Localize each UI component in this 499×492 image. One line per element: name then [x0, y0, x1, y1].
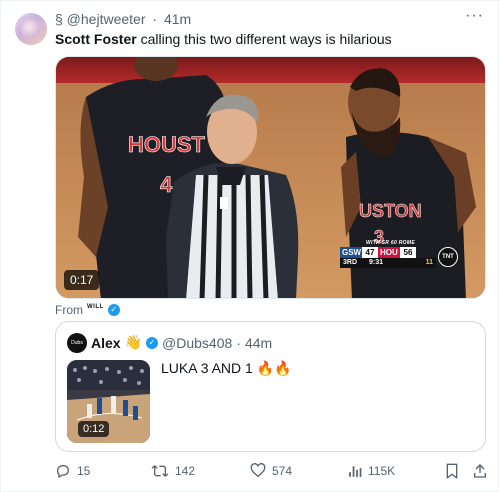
share-icon	[474, 464, 486, 478]
quoted-verified-badge-icon: ✓	[146, 336, 159, 349]
quoted-tweet[interactable]: Dubs Alex 👋 ✓ @Dubs408 · 44m 0:12 LUKA 3…	[55, 321, 486, 452]
quoted-time[interactable]: 44m	[245, 335, 272, 351]
reply-count: 15	[77, 464, 91, 478]
reply-button[interactable]: 15	[55, 461, 90, 481]
quoted-text: LUKA 3 AND 1 🔥🔥	[161, 360, 292, 376]
quoted-video-thumbnail[interactable]: 0:12	[67, 360, 150, 443]
tweet-header: § @hejtweeter · 41m	[55, 11, 191, 27]
tweet-text-mention: Scott Foster	[55, 31, 137, 47]
quoted-handle[interactable]: @Dubs408	[162, 335, 232, 351]
from-label: From	[55, 303, 83, 317]
jersey-left-text: HOUST	[128, 132, 206, 157]
home-team: HOU	[378, 247, 400, 258]
game-period: 3RD	[343, 259, 358, 266]
tweet-time[interactable]: 41m	[164, 11, 191, 27]
video-player[interactable]: HOUST 4 USTON 3 WITH SR 60 ROME GSW 47 H…	[55, 56, 486, 299]
reply-icon	[56, 465, 69, 479]
like-button[interactable]: 574	[250, 461, 292, 481]
heart-icon	[250, 463, 266, 478]
quoted-name[interactable]: Alex	[91, 335, 121, 351]
action-bar: 15 142 574 115K	[55, 461, 490, 481]
tweet-card: § @hejtweeter · 41m ··· Scott Foster cal…	[0, 0, 499, 492]
jersey-right-text: USTON	[359, 201, 422, 221]
bookmark-icon	[446, 463, 458, 479]
view-count: 115K	[368, 464, 396, 478]
repost-button[interactable]: 142	[151, 461, 195, 481]
shot-clock: 11	[425, 259, 433, 266]
bookmark-button[interactable]	[445, 461, 459, 481]
scoreboard-scores: GSW 47 HOU 56	[340, 247, 416, 258]
away-score: 47	[362, 247, 378, 258]
scoreboard-header: WITH SR 60 ROME	[366, 240, 415, 246]
share-button[interactable]	[472, 461, 488, 481]
quoted-video-duration: 0:12	[78, 421, 110, 437]
quoted-avatar[interactable]: Dubs	[67, 333, 87, 353]
views-button[interactable]: 115K	[348, 461, 395, 481]
tweet-text: Scott Foster calling this two different …	[55, 31, 392, 47]
more-options-icon[interactable]: ···	[465, 7, 484, 25]
wave-emoji: 👋	[124, 334, 143, 350]
author-handle[interactable]: § @hejtweeter	[55, 11, 145, 27]
repost-icon	[151, 465, 169, 477]
repost-count: 142	[175, 464, 196, 478]
network-logo: TNT	[438, 247, 458, 267]
scoreboard-overlay: WITH SR 60 ROME GSW 47 HOU 56 3RD 9:31 1…	[330, 240, 460, 271]
analytics-icon	[349, 466, 362, 477]
verified-badge-icon: ✓	[107, 304, 120, 316]
author-avatar[interactable]	[15, 13, 47, 45]
jersey-left-number: 4	[160, 172, 173, 197]
source-name[interactable]: WILL	[87, 304, 104, 310]
like-count: 574	[272, 464, 293, 478]
quoted-header: Alex 👋 ✓ @Dubs408 · 44m	[91, 334, 272, 351]
quoted-separator: ·	[236, 334, 241, 351]
scoreboard-clock: 3RD 9:31 11	[340, 258, 436, 268]
tweet-text-body: calling this two different ways is hilar…	[136, 31, 392, 47]
video-source[interactable]: From WILL ✓	[55, 303, 120, 317]
video-duration: 0:17	[64, 270, 100, 290]
header-separator: ·	[152, 11, 158, 27]
away-team: GSW	[340, 247, 362, 258]
game-clock: 9:31	[369, 259, 384, 266]
home-score: 56	[400, 247, 416, 258]
